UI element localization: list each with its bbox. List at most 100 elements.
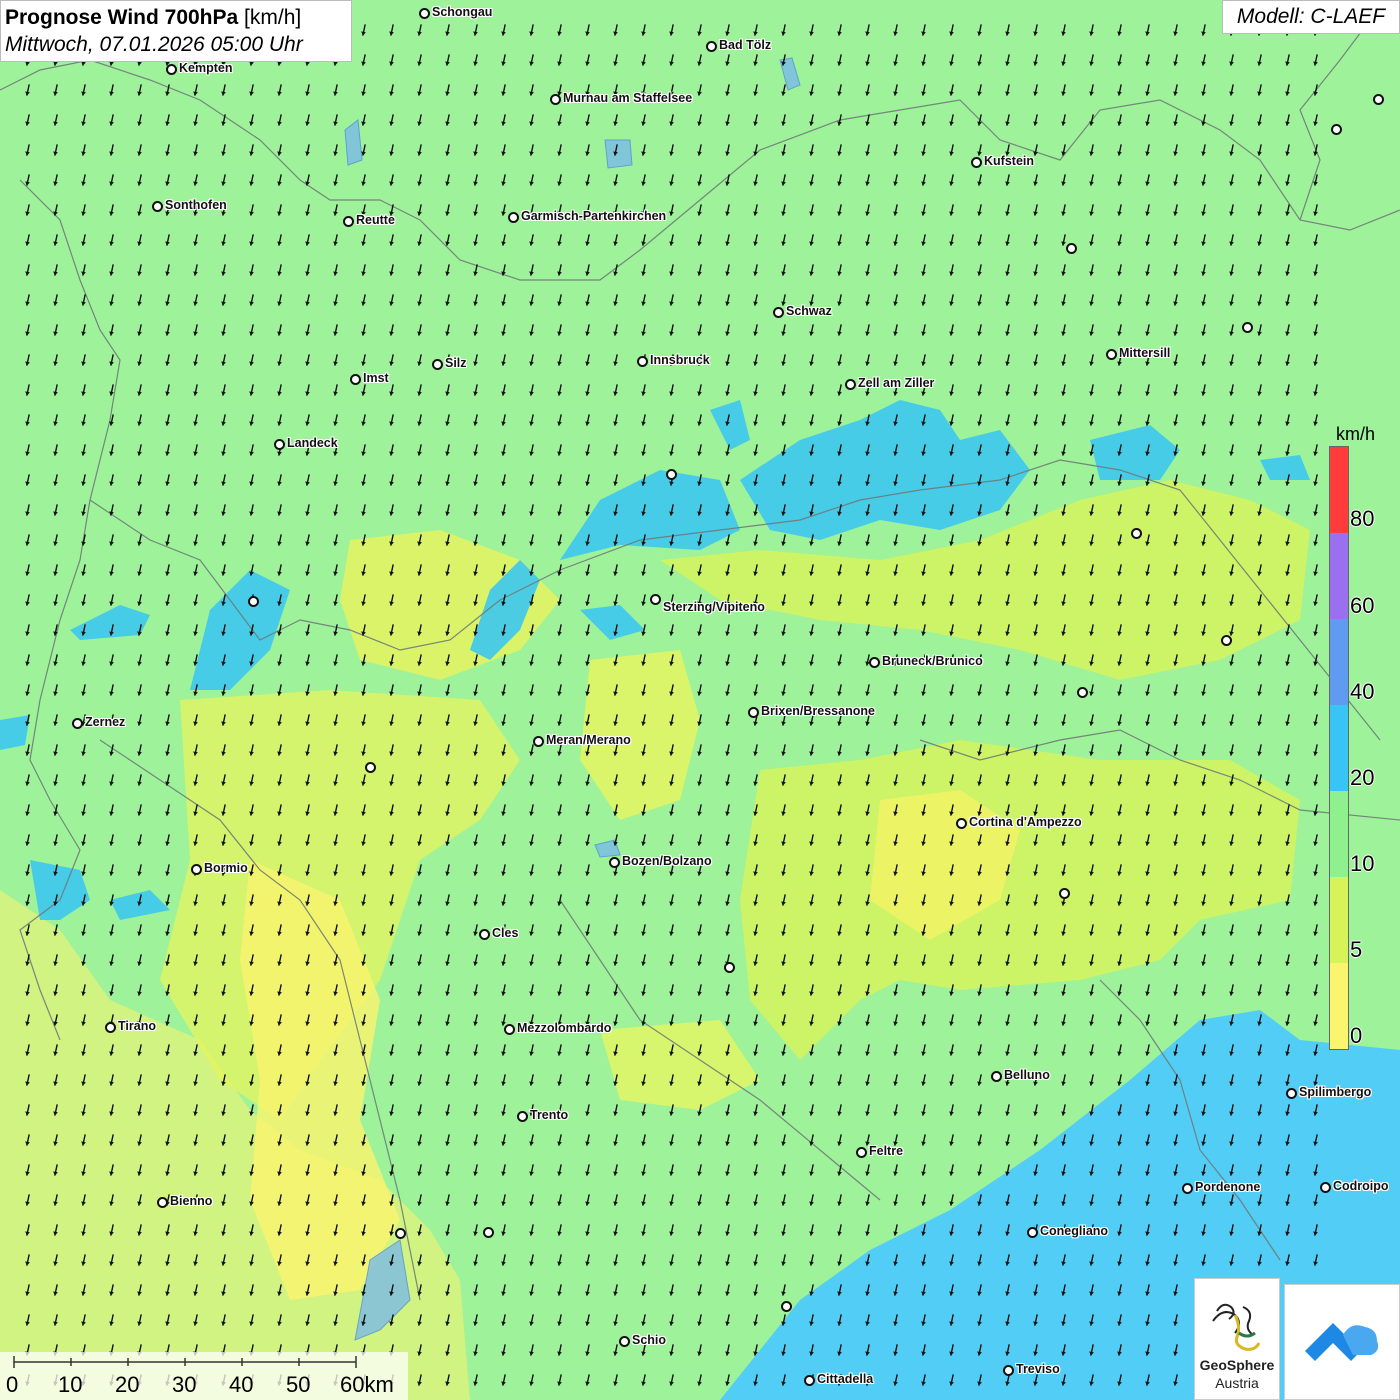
city-label: Sonthofen xyxy=(165,198,227,212)
city-dot xyxy=(650,594,661,605)
city-dot xyxy=(609,857,620,868)
city-dot xyxy=(637,356,648,367)
city-dot xyxy=(1373,94,1384,105)
city-dot xyxy=(1242,322,1253,333)
city-dot xyxy=(781,1301,792,1312)
city-label: Mezzolombardo xyxy=(517,1021,612,1035)
city-dot xyxy=(724,962,735,973)
city-label: Zernez xyxy=(85,715,126,729)
city-label: Cittadella xyxy=(817,1372,874,1386)
city-label: Sterzing/Vipiteno xyxy=(663,600,765,614)
zone-moderate-west-5 xyxy=(110,890,170,920)
legend-label-80: 80 xyxy=(1350,506,1375,531)
city-dot xyxy=(991,1071,1002,1082)
legend-label-5: 5 xyxy=(1350,937,1363,962)
city-dot xyxy=(432,359,443,370)
zone-moderate-center xyxy=(580,605,645,640)
city-label: Brixen/Bressanone xyxy=(761,704,875,718)
city-dot xyxy=(419,8,430,19)
legend-seg-0-5 xyxy=(1330,963,1348,1049)
city-dot xyxy=(1131,528,1142,539)
zone-light-center-south xyxy=(600,1020,760,1110)
city-label: Reutte xyxy=(356,213,395,227)
city-label: Schwaz xyxy=(786,304,832,318)
city-label: Silz xyxy=(445,356,467,370)
city-label: Landeck xyxy=(287,436,338,450)
city-label: Cles xyxy=(492,926,519,940)
city-dot xyxy=(1182,1183,1193,1194)
city-dot xyxy=(619,1336,630,1347)
zone-light-east xyxy=(740,740,1300,1060)
geosphere-logo[interactable]: GeoSphere Austria xyxy=(1194,1278,1280,1400)
city-label: Mittersill xyxy=(1119,346,1171,360)
city-dot xyxy=(706,41,717,52)
city-dot xyxy=(248,596,259,607)
city-dot xyxy=(274,439,285,450)
legend-seg-5-10 xyxy=(1330,877,1348,963)
city-label: Trento xyxy=(530,1108,569,1122)
city-dot xyxy=(105,1022,116,1033)
wind-forecast-map[interactable]: Prognose Wind 700hPa [km/h] Mittwoch, 07… xyxy=(0,0,1400,1400)
geosphere-sub: Austria xyxy=(1215,1375,1259,1391)
city-label: Bruneck/Brunico xyxy=(882,654,983,668)
city-dot xyxy=(804,1375,815,1386)
city-label: Spilimbergo xyxy=(1299,1085,1372,1099)
legend-label-10: 10 xyxy=(1350,851,1375,876)
city-dot xyxy=(343,216,354,227)
city-dot xyxy=(504,1024,515,1035)
city-label: Imst xyxy=(363,371,389,385)
city-dot xyxy=(773,307,784,318)
city-label: Cortina d'Ampezzo xyxy=(969,815,1082,829)
map-title: Prognose Wind 700hPa [km/h] xyxy=(5,4,351,31)
city-dot xyxy=(1066,243,1077,254)
city-label: Murnau am Staffelsee xyxy=(563,91,693,105)
scale-label-20: 20 xyxy=(115,1372,140,1397)
city-dot xyxy=(483,1227,494,1238)
city-dot xyxy=(166,64,177,75)
city-dot xyxy=(1286,1088,1297,1099)
legend-seg-40-60 xyxy=(1330,619,1348,705)
city-label: Feltre xyxy=(869,1144,904,1158)
city-dot xyxy=(856,1147,867,1158)
city-dot xyxy=(1077,687,1088,698)
legend-seg-above-80 xyxy=(1330,447,1348,533)
city-label: Pordenone xyxy=(1195,1180,1261,1194)
zone-moderate-north-6 xyxy=(1260,455,1310,480)
city-dot xyxy=(533,736,544,747)
city-label: Bad Tölz xyxy=(719,38,772,52)
city-label: Kufstein xyxy=(984,154,1034,168)
city-label: Schongau xyxy=(432,5,493,19)
city-dot xyxy=(479,929,490,940)
scale-label-40: 40 xyxy=(229,1372,254,1397)
city-dot xyxy=(869,657,880,668)
legend-seg-60-80 xyxy=(1330,533,1348,619)
city-dot xyxy=(365,762,376,773)
scale-label-30: 30 xyxy=(172,1372,197,1397)
legend-seg-20-40 xyxy=(1330,705,1348,791)
city-dot xyxy=(748,707,759,718)
city-dot xyxy=(508,212,519,223)
scale-label-10: 10 xyxy=(58,1372,83,1397)
model-label: Modell: C-LAEF xyxy=(1222,0,1400,34)
city-dot xyxy=(517,1111,528,1122)
city-dot xyxy=(845,379,856,390)
city-label: Innsbruck xyxy=(650,353,710,367)
legend-label-20: 20 xyxy=(1350,765,1375,790)
cloud-arrow-icon xyxy=(1305,1323,1379,1361)
city-dot xyxy=(72,718,83,729)
weather-app-logo[interactable] xyxy=(1284,1284,1400,1400)
city-dot xyxy=(1320,1182,1331,1193)
city-label: Schio xyxy=(632,1333,667,1347)
scale-label-50: 50 xyxy=(286,1372,311,1397)
city-dot xyxy=(1003,1365,1014,1376)
city-label: Bozen/Bolzano xyxy=(622,854,712,868)
city-label: Meran/Merano xyxy=(546,733,631,747)
city-dot xyxy=(152,201,163,212)
scale-label-60km: 60km xyxy=(340,1372,394,1397)
zone-moderate-west-3 xyxy=(0,715,30,750)
scale-label-0: 0 xyxy=(6,1372,19,1397)
city-dot xyxy=(956,818,967,829)
city-dot xyxy=(157,1197,168,1208)
map-title-unit: [km/h] xyxy=(244,6,302,29)
city-dot xyxy=(971,157,982,168)
